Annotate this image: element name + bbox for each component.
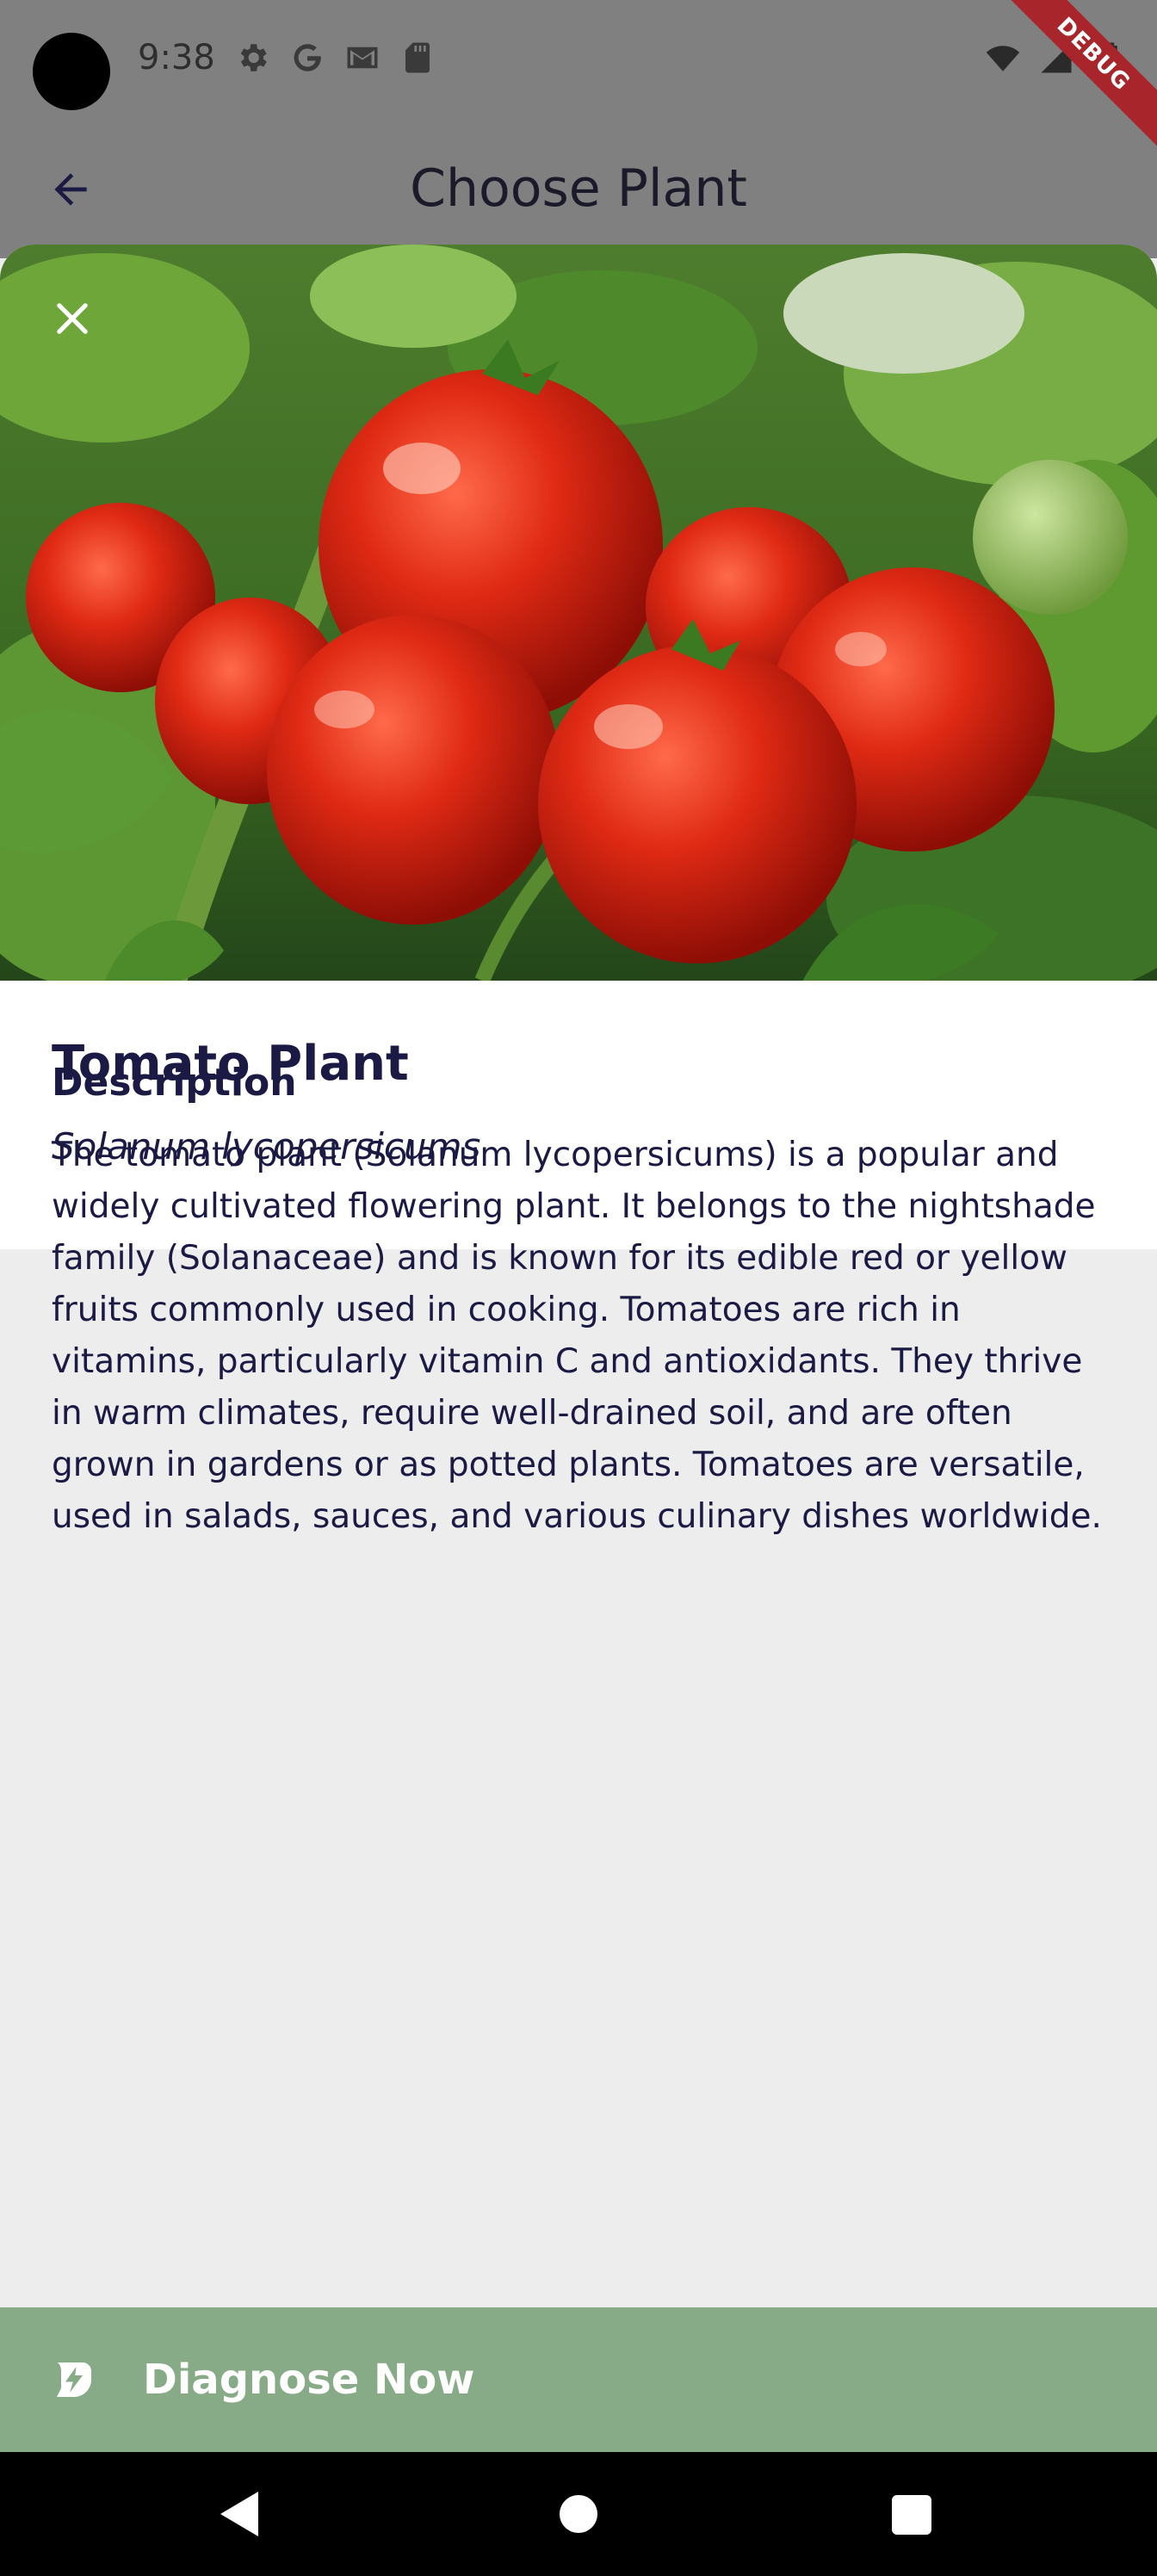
- camera-cutout: [33, 33, 110, 110]
- gmail-icon: [347, 46, 378, 69]
- close-icon: [57, 303, 88, 334]
- diagnose-now-button[interactable]: Diagnose Now: [0, 2307, 1157, 2452]
- page-title: Choose Plant: [410, 158, 747, 219]
- status-time: 9:38: [138, 38, 215, 77]
- settings-icon: [240, 44, 267, 71]
- notification-icons: [234, 40, 436, 76]
- sd-card-icon: [405, 42, 430, 73]
- description-text: The tomato plant (Solanum lycopersicums)…: [52, 1136, 1102, 1536]
- google-icon: [294, 44, 322, 71]
- plant-detail-sheet: Tomato Plant Solanum lycopersicums Descr…: [0, 245, 1157, 2454]
- wifi-icon: [986, 46, 1020, 71]
- nav-home-icon[interactable]: [560, 2495, 597, 2533]
- system-nav-bar: [0, 2452, 1157, 2576]
- status-bar: 9:38: [0, 0, 1157, 117]
- diagnose-leaf-icon: [57, 2362, 91, 2397]
- tomato-plant-photo: [0, 245, 1157, 981]
- nav-recents-icon[interactable]: [892, 2495, 931, 2535]
- description-heading: Description: [52, 1061, 297, 1105]
- diagnose-now-label: Diagnose Now: [143, 2356, 475, 2404]
- nav-back-icon[interactable]: [219, 2490, 260, 2538]
- close-button[interactable]: [41, 288, 103, 350]
- app-bar: Choose Plant: [0, 138, 1157, 241]
